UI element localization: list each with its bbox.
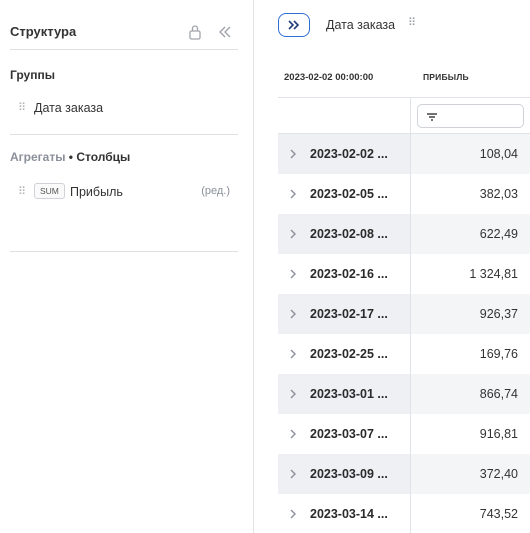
row-date: 2023-02-08 ... <box>310 227 388 241</box>
double-chevron-left-icon[interactable] <box>217 24 233 40</box>
table-row[interactable]: 2023-02-17 ... 926,37 <box>278 294 530 334</box>
chevron-right-icon[interactable] <box>289 268 297 280</box>
panel-header: Структура <box>10 14 238 50</box>
row-date: 2023-03-14 ... <box>310 507 388 521</box>
aggregate-item-label: Прибыль <box>70 185 123 199</box>
row-date: 2023-02-25 ... <box>310 347 388 361</box>
row-date: 2023-02-05 ... <box>310 187 388 201</box>
drag-handle-icon[interactable]: ⠿ <box>18 185 26 198</box>
chevron-right-icon[interactable] <box>289 428 297 440</box>
group-cell: 2023-03-14 ... <box>278 494 410 533</box>
column-header-profit[interactable]: ПРИБЫЛЬ <box>423 72 469 82</box>
table-row[interactable]: 2023-02-05 ... 382,03 <box>278 174 530 214</box>
group-cell: 2023-02-17 ... <box>278 294 410 334</box>
table-row[interactable]: 2023-03-07 ... 916,81 <box>278 414 530 454</box>
lock-icon[interactable] <box>188 24 202 40</box>
drag-handle-icon[interactable]: ⠿ <box>18 101 26 114</box>
drag-handle-icon[interactable]: ⠿ <box>408 16 416 29</box>
group-cell: 2023-02-02 ... <box>278 134 410 174</box>
aggregate-item[interactable]: ⠿ SUM Прибыль (ред.) <box>10 182 238 202</box>
grid-header: 2023-02-02 00:00:00 ПРИБЫЛЬ <box>278 58 530 98</box>
group-cell: 2023-02-25 ... <box>278 334 410 374</box>
table-row[interactable]: 2023-03-09 ... 372,40 <box>278 454 530 494</box>
row-profit-value: 169,76 <box>479 347 518 361</box>
row-date: 2023-03-01 ... <box>310 387 388 401</box>
chevron-right-icon[interactable] <box>289 148 297 160</box>
row-date: 2023-02-02 ... <box>310 147 388 161</box>
chevron-right-icon[interactable] <box>289 388 297 400</box>
filter-icon <box>427 113 437 121</box>
group-item-label: Дата заказа <box>34 101 104 115</box>
groups-section: Группы ⠿ Дата заказа <box>10 60 238 135</box>
row-date: 2023-03-09 ... <box>310 467 388 481</box>
aggregates-label: Агрегаты <box>10 150 66 164</box>
table-row[interactable]: 2023-02-16 ... 1 324,81 <box>278 254 530 294</box>
column-divider <box>410 98 411 533</box>
group-chip[interactable]: Дата заказа <box>326 18 395 32</box>
row-profit-value: 926,37 <box>479 307 518 321</box>
double-chevron-right-icon <box>288 20 300 30</box>
aggregates-title: Агрегаты • Столбцы <box>10 150 130 164</box>
group-item[interactable]: ⠿ Дата заказа <box>10 98 238 118</box>
columns-label: Столбцы <box>76 150 131 164</box>
table-row[interactable]: 2023-03-14 ... 743,52 <box>278 494 530 533</box>
row-profit-value: 916,81 <box>479 427 518 441</box>
structure-panel: Структура Группы ⠿ Дата заказа Агрегаты … <box>0 0 254 533</box>
row-profit-value: 743,52 <box>479 507 518 521</box>
edit-link[interactable]: (ред.) <box>201 185 230 197</box>
panel-title: Структура <box>10 24 77 39</box>
row-profit-value: 108,04 <box>479 147 518 161</box>
chevron-right-icon[interactable] <box>289 468 297 480</box>
row-profit-value: 866,74 <box>479 387 518 401</box>
filter-row <box>278 98 530 134</box>
chevron-right-icon[interactable] <box>289 508 297 520</box>
row-profit-value: 1 324,81 <box>469 267 518 281</box>
table-row[interactable]: 2023-02-08 ... 622,49 <box>278 214 530 254</box>
column-header-group[interactable]: 2023-02-02 00:00:00 <box>284 72 373 83</box>
row-date: 2023-02-17 ... <box>310 307 388 321</box>
groups-title: Группы <box>10 68 55 82</box>
row-date: 2023-02-16 ... <box>310 267 388 281</box>
profit-filter-input[interactable] <box>417 104 524 128</box>
group-cell: 2023-03-01 ... <box>278 374 410 414</box>
group-cell: 2023-02-05 ... <box>278 174 410 214</box>
aggregates-section: Агрегаты • Столбцы ⠿ SUM Прибыль (ред.) <box>10 142 238 252</box>
row-date: 2023-03-07 ... <box>310 427 388 441</box>
data-grid: 2023-02-02 00:00:00 ПРИБЫЛЬ 2023-02-02 .… <box>278 58 530 533</box>
row-profit-value: 382,03 <box>479 187 518 201</box>
table-row[interactable]: 2023-03-01 ... 866,74 <box>278 374 530 414</box>
aggregates-separator: • <box>65 150 77 164</box>
table-row[interactable]: 2023-02-02 ... 108,04 <box>278 134 530 174</box>
chevron-right-icon[interactable] <box>289 188 297 200</box>
table-row[interactable]: 2023-02-25 ... 169,76 <box>278 334 530 374</box>
row-profit-value: 622,49 <box>479 227 518 241</box>
group-cell: 2023-03-09 ... <box>278 454 410 494</box>
group-cell: 2023-02-16 ... <box>278 254 410 294</box>
row-profit-value: 372,40 <box>479 467 518 481</box>
group-cell: 2023-03-07 ... <box>278 414 410 454</box>
chevron-right-icon[interactable] <box>289 228 297 240</box>
chevron-right-icon[interactable] <box>289 308 297 320</box>
expand-all-button[interactable] <box>278 13 310 37</box>
aggregate-func-badge[interactable]: SUM <box>34 183 65 199</box>
chevron-right-icon[interactable] <box>289 348 297 360</box>
group-cell: 2023-02-08 ... <box>278 214 410 254</box>
group-toolbar: Дата заказа ⠿ <box>278 12 530 40</box>
